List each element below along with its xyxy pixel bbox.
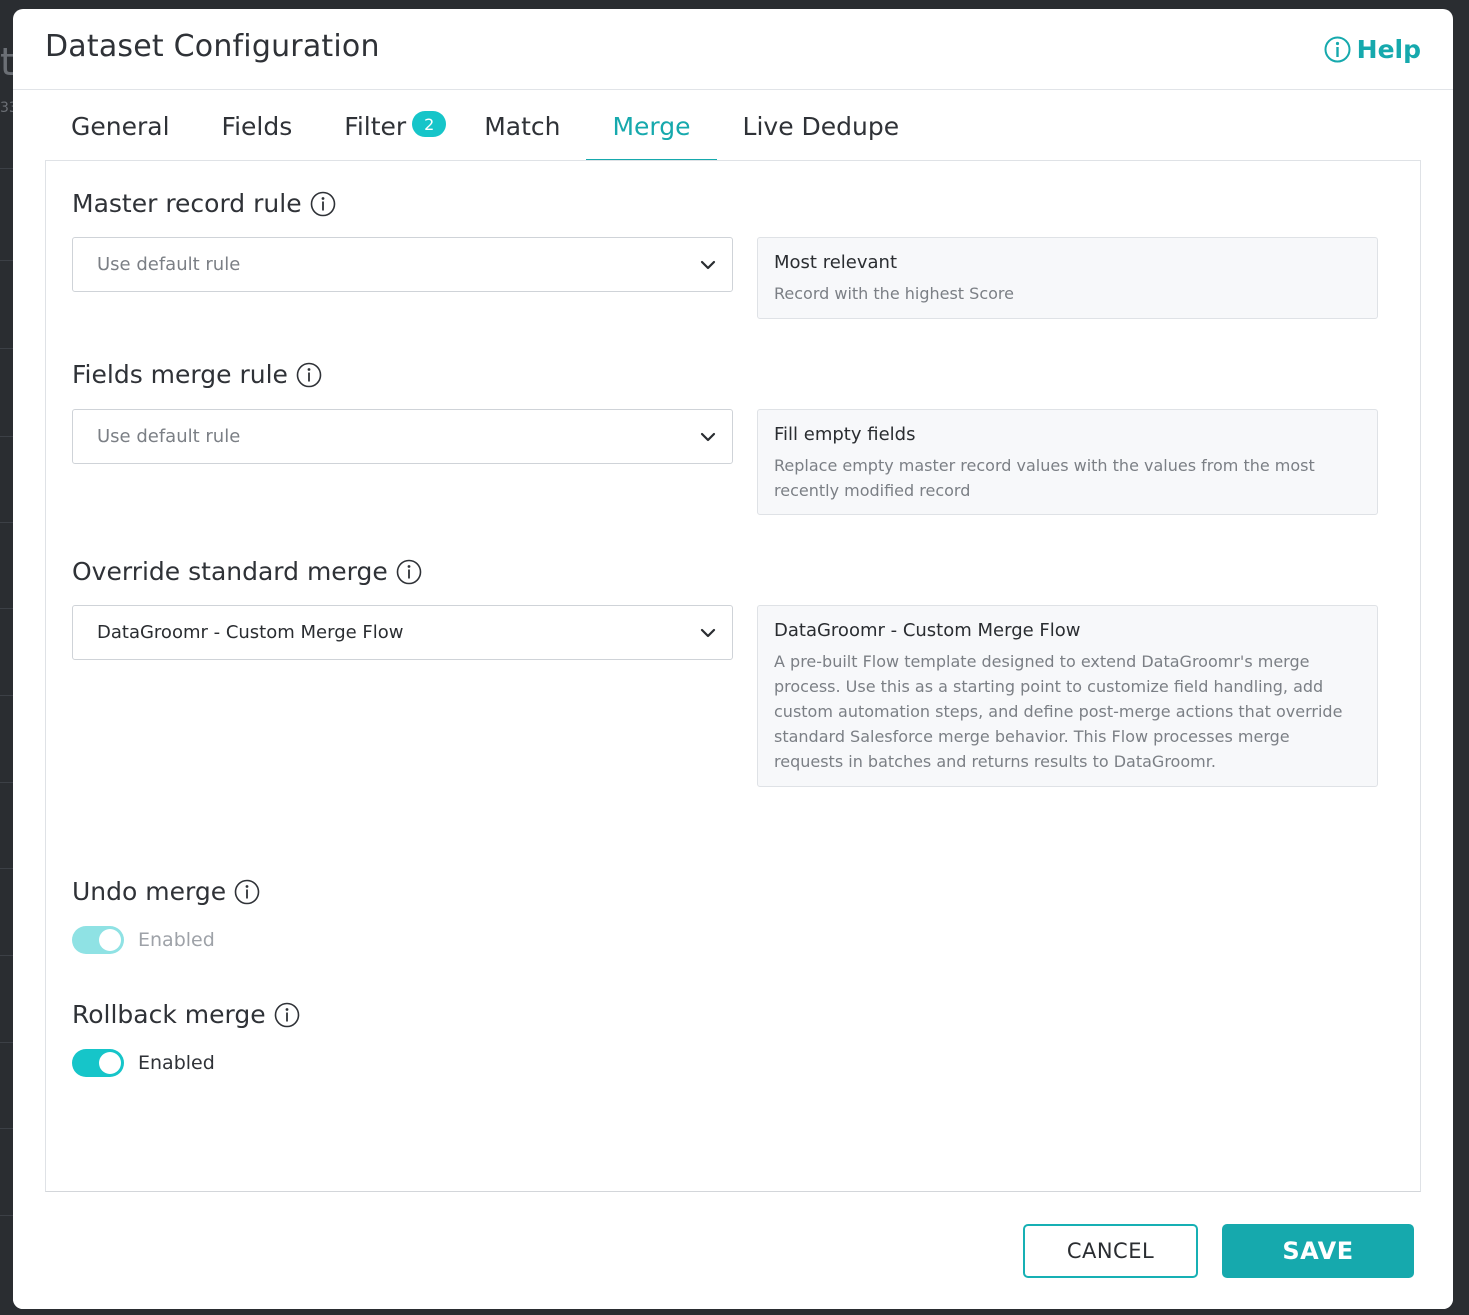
tab-fields[interactable]: Fields: [196, 91, 319, 161]
info-icon[interactable]: [396, 559, 422, 585]
chevron-down-icon: [698, 427, 718, 452]
override-standard-merge-title: Override standard merge: [72, 557, 422, 586]
tab-label: Merge: [612, 111, 691, 141]
help-link[interactable]: Help: [1324, 35, 1421, 64]
toggle-knob: [99, 929, 121, 951]
tab-general[interactable]: General: [45, 91, 196, 161]
backdrop-divider: [0, 436, 14, 437]
description-title: DataGroomr - Custom Merge Flow: [774, 620, 1081, 641]
tab-label: Match: [484, 111, 561, 141]
info-icon[interactable]: [296, 362, 322, 388]
backdrop-divider: [0, 168, 14, 169]
section-title-text: Undo merge: [72, 877, 227, 906]
select-value: Use default rule: [97, 254, 241, 275]
tab-live-dedupe[interactable]: Live Dedupe: [717, 91, 926, 161]
chevron-down-icon: [698, 623, 718, 648]
info-icon[interactable]: [310, 191, 336, 217]
help-label: Help: [1356, 35, 1421, 64]
tab-label: Live Dedupe: [742, 111, 900, 141]
modal-header: Dataset Configuration Help: [13, 9, 1453, 90]
info-icon[interactable]: [234, 879, 260, 905]
description-text: A pre-built Flow template designed to ex…: [774, 652, 1343, 771]
fields-merge-rule-select[interactable]: Use default rule: [72, 409, 733, 464]
fields-merge-rule-description: Fill empty fields Replace empty master r…: [757, 409, 1378, 515]
undo-merge-toggle-row: Enabled: [72, 926, 215, 954]
rollback-merge-toggle[interactable]: [72, 1049, 124, 1077]
filter-count-badge: 2: [412, 111, 447, 137]
tab-filter[interactable]: Filter 2: [318, 91, 458, 161]
tab-label: Filter: [344, 111, 407, 141]
backdrop-divider: [0, 1042, 14, 1043]
tab-bar: General Fields Filter 2 Match Merge Live…: [45, 91, 925, 161]
cancel-button[interactable]: CANCEL: [1023, 1224, 1198, 1278]
tab-label: Fields: [221, 111, 293, 141]
modal-footer: CANCEL SAVE: [13, 1192, 1453, 1309]
override-standard-merge-description: DataGroomr - Custom Merge Flow A pre-bui…: [757, 605, 1378, 787]
backdrop-divider: [0, 260, 14, 261]
override-standard-merge-select[interactable]: DataGroomr - Custom Merge Flow: [72, 605, 733, 660]
info-icon[interactable]: [274, 1002, 300, 1028]
description-title: Most relevant: [774, 252, 898, 273]
section-title-text: Master record rule: [72, 189, 302, 218]
description-title: Fill empty fields: [774, 424, 916, 445]
modal-title: Dataset Configuration: [45, 29, 380, 64]
section-title-text: Rollback merge: [72, 1000, 266, 1029]
section-title-text: Fields merge rule: [72, 360, 288, 389]
master-record-rule-title: Master record rule: [72, 189, 336, 218]
rollback-merge-title: Rollback merge: [72, 1000, 300, 1029]
toggle-knob: [99, 1052, 121, 1074]
select-value: Use default rule: [97, 426, 241, 447]
description-text: Record with the highest Score: [774, 284, 1014, 303]
save-button[interactable]: SAVE: [1222, 1224, 1414, 1278]
dataset-configuration-modal: Dataset Configuration Help General Field…: [13, 9, 1453, 1309]
master-record-rule-description: Most relevant Record with the highest Sc…: [757, 237, 1378, 319]
tab-match[interactable]: Match: [458, 91, 586, 161]
toggle-label: Enabled: [138, 1052, 215, 1074]
rollback-merge-toggle-row: Enabled: [72, 1049, 215, 1077]
backdrop-divider: [0, 1215, 14, 1216]
description-text: Replace empty master record values with …: [774, 456, 1315, 500]
undo-merge-toggle[interactable]: [72, 926, 124, 954]
info-circle-icon: [1324, 36, 1351, 63]
backdrop-divider: [0, 955, 14, 956]
backdrop-divider: [0, 695, 14, 696]
tab-label: General: [71, 111, 170, 141]
backdrop-divider: [0, 868, 14, 869]
backdrop-divider: [0, 782, 14, 783]
backdrop-divider: [0, 348, 14, 349]
section-title-text: Override standard merge: [72, 557, 388, 586]
backdrop-divider: [0, 1128, 14, 1129]
master-record-rule-select[interactable]: Use default rule: [72, 237, 733, 292]
merge-settings-panel: Master record rule Use default rule Most…: [45, 160, 1421, 1192]
select-value: DataGroomr - Custom Merge Flow: [97, 622, 404, 643]
backdrop-divider: [0, 522, 14, 523]
undo-merge-title: Undo merge: [72, 877, 260, 906]
fields-merge-rule-title: Fields merge rule: [72, 360, 322, 389]
toggle-label: Enabled: [138, 929, 215, 951]
backdrop-divider: [0, 608, 14, 609]
tab-merge[interactable]: Merge: [586, 91, 717, 161]
chevron-down-icon: [698, 255, 718, 280]
